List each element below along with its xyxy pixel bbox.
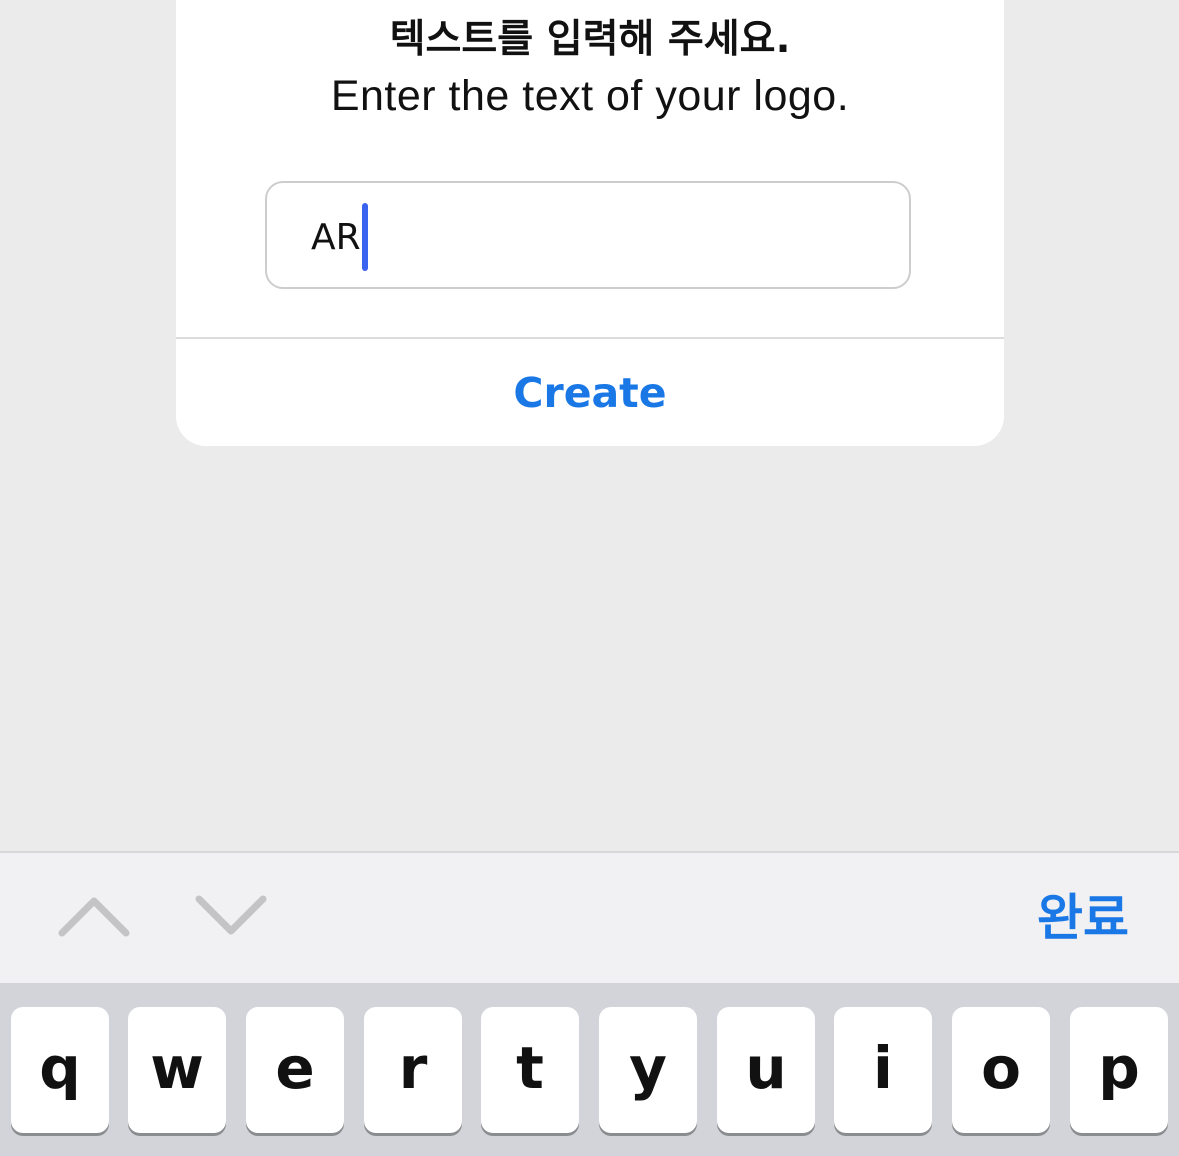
key-i[interactable]: i	[834, 1007, 932, 1133]
text-caret	[361, 203, 368, 271]
create-button-label: Create	[513, 368, 667, 417]
key-label: p	[1098, 1034, 1140, 1102]
done-button[interactable]: 완료	[1037, 879, 1129, 949]
key-p[interactable]: p	[1070, 1007, 1168, 1133]
logo-text-value: AR	[311, 216, 361, 258]
create-button[interactable]: Create	[176, 339, 1004, 446]
key-label: w	[150, 1034, 204, 1102]
key-u[interactable]: u	[717, 1007, 815, 1133]
keyboard-accessory-toolbar: 완료	[0, 851, 1179, 983]
chevron-up-icon	[58, 897, 130, 937]
key-t[interactable]: t	[481, 1007, 579, 1133]
key-r[interactable]: r	[364, 1007, 462, 1133]
key-q[interactable]: q	[11, 1007, 109, 1133]
key-label: r	[398, 1034, 428, 1102]
dialog-message-english: Enter the text of your logo.	[330, 72, 850, 120]
done-button-label: 완료	[1037, 889, 1129, 947]
key-label: q	[39, 1034, 81, 1102]
previous-field-button[interactable]	[54, 881, 134, 951]
key-e[interactable]: e	[246, 1007, 344, 1133]
key-label: u	[745, 1034, 787, 1102]
next-field-button[interactable]	[191, 881, 271, 951]
key-label: t	[516, 1034, 544, 1102]
key-label: i	[873, 1034, 893, 1102]
chevron-down-icon	[195, 895, 267, 935]
logo-text-dialog: 텍스트를 입력해 주세요. Enter the text of your log…	[176, 0, 1004, 446]
logo-text-input[interactable]: AR	[265, 181, 911, 289]
keyboard: q w e r t y u i o p	[0, 983, 1179, 1156]
key-label: y	[629, 1034, 667, 1102]
key-label: e	[275, 1034, 315, 1102]
key-o[interactable]: o	[952, 1007, 1050, 1133]
key-w[interactable]: w	[128, 1007, 226, 1133]
key-y[interactable]: y	[599, 1007, 697, 1133]
dialog-message-korean: 텍스트를 입력해 주세요.	[389, 17, 791, 62]
logo-text-value-wrap: AR	[311, 203, 368, 271]
key-label: o	[981, 1034, 1021, 1102]
